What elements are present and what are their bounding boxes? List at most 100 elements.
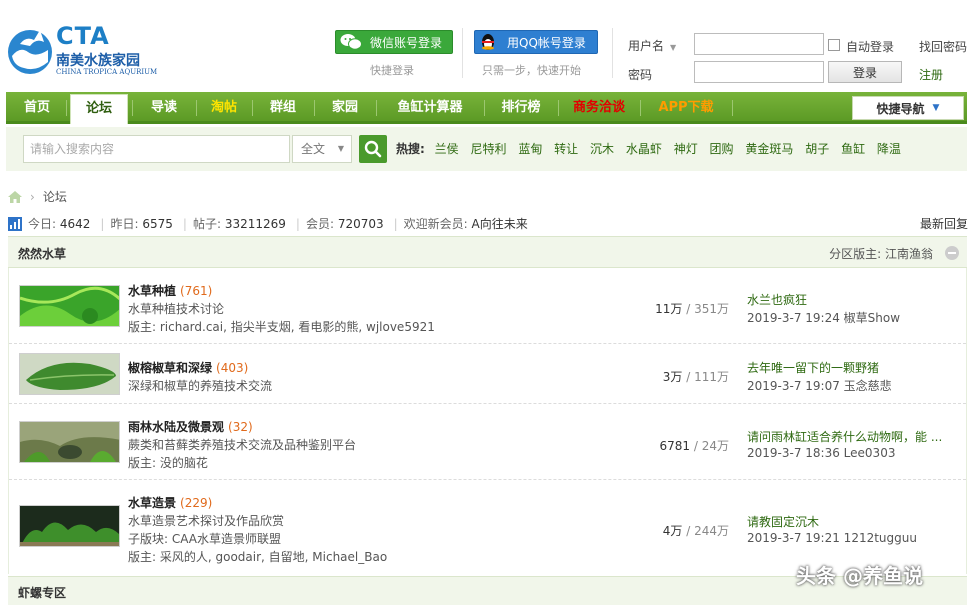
nav-divider bbox=[484, 100, 485, 116]
forum-post-count: 111万 bbox=[694, 370, 729, 384]
nav-item-groups[interactable]: 群组 bbox=[256, 92, 310, 124]
forum-subforums[interactable]: 子版块: CAA水草造景师联盟 bbox=[128, 530, 281, 547]
forum-topic-count: 11万 bbox=[655, 302, 683, 316]
hot-search-tag[interactable]: 鱼缸 bbox=[841, 142, 865, 156]
hot-search-tag[interactable]: 胡子 bbox=[805, 142, 829, 156]
nav-item-home-space[interactable]: 家园 bbox=[318, 92, 372, 124]
forum-title[interactable]: 椒榕椒草和深绿 (403) bbox=[128, 359, 248, 376]
hot-search-tag[interactable]: 沉木 bbox=[590, 142, 614, 156]
password-input[interactable] bbox=[694, 61, 824, 83]
forum-list: 水草种植 (761) 水草种植技术讨论 版主: richard.cai, 指尖半支… bbox=[8, 268, 967, 574]
nav-divider bbox=[640, 100, 641, 116]
newest-member-link[interactable]: A向往未来 bbox=[472, 215, 528, 232]
search-input[interactable]: 请输入搜索内容 bbox=[23, 135, 290, 163]
search-button[interactable] bbox=[359, 135, 387, 163]
forum-description: 水草种植技术讨论 bbox=[128, 302, 225, 316]
search-icon bbox=[364, 140, 382, 158]
hot-search-tag[interactable]: 转让 bbox=[554, 142, 578, 156]
search-scope-select[interactable]: 全文 ▼ bbox=[292, 135, 352, 163]
forum-moderators[interactable]: 版主: 采风的人, goodair, 自留地, Michael_Bao bbox=[128, 548, 387, 565]
stat-divider: | bbox=[182, 216, 187, 231]
forum-thumbnail[interactable] bbox=[19, 353, 120, 395]
last-post-title[interactable]: 水兰也疯狂 bbox=[747, 291, 807, 308]
quick-nav-dropdown[interactable]: 快捷导航 ▼ bbox=[852, 96, 964, 120]
stat-welcome-label: 欢迎新会员: bbox=[403, 217, 468, 231]
forum-counts: 4万 / 244万 bbox=[662, 524, 729, 538]
last-post-meta[interactable]: 2019-3-7 19:21 1212tugguu bbox=[747, 531, 917, 545]
qq-login-label: 用QQ帐号登录 bbox=[507, 35, 586, 50]
breadcrumb-current[interactable]: 论坛 bbox=[43, 188, 67, 205]
wechat-login-button[interactable]: 微信账号登录 bbox=[335, 30, 453, 54]
find-password-link[interactable]: 找回密码 bbox=[919, 38, 967, 55]
hot-search-tag[interactable]: 团购 bbox=[710, 142, 734, 156]
auto-login-label[interactable]: 自动登录 bbox=[846, 38, 894, 55]
qq-penguin-icon bbox=[482, 34, 494, 50]
home-icon[interactable] bbox=[8, 190, 22, 203]
last-post-title[interactable]: 去年唯一留下的一颗野猪 bbox=[747, 359, 879, 376]
stat-yesterday-label: 昨日: bbox=[110, 217, 139, 231]
forum-thumbnail[interactable] bbox=[19, 421, 120, 463]
hot-search-tag[interactable]: 尼特利 bbox=[470, 142, 506, 156]
nav-item-home[interactable]: 首页 bbox=[12, 92, 62, 124]
stat-divider: | bbox=[295, 216, 300, 231]
forum-moderators[interactable]: 版主: richard.cai, 指尖半支烟, 看电影的熊, wjlove592… bbox=[128, 318, 435, 335]
auto-login-checkbox[interactable] bbox=[828, 39, 840, 51]
forum-new-count: (32) bbox=[228, 420, 253, 434]
logo-mark: CTA bbox=[56, 22, 110, 50]
nav-divider bbox=[314, 100, 315, 116]
forum-moderators[interactable]: 版主: 没的脑花 bbox=[128, 454, 208, 471]
forum-row: 水草种植 (761) 水草种植技术讨论 版主: richard.cai, 指尖半支… bbox=[9, 268, 966, 344]
stat-today-value: 4642 bbox=[59, 216, 91, 231]
category-title[interactable]: 然然水草 bbox=[18, 245, 66, 262]
category-title[interactable]: 虾螺专区 bbox=[18, 584, 66, 601]
nav-divider bbox=[252, 100, 253, 116]
forum-thumbnail[interactable] bbox=[19, 285, 120, 327]
username-label: 用户名 ▼ bbox=[628, 39, 677, 53]
register-link[interactable]: 注册 bbox=[919, 66, 943, 83]
breadcrumb-separator: › bbox=[30, 189, 35, 204]
hot-search-tag[interactable]: 水晶虾 bbox=[626, 142, 662, 156]
breadcrumb: › 论坛 bbox=[8, 188, 67, 205]
forum-row: 椒榕椒草和深绿 (403) 深绿和椒草的养殖技术交流 3万 / 111万 去年唯一… bbox=[9, 344, 966, 404]
nav-item-business[interactable]: 商务洽谈 bbox=[562, 92, 636, 124]
forum-title[interactable]: 水草造景 (229) bbox=[128, 494, 212, 511]
wechat-login-sub[interactable]: 快捷登录 bbox=[370, 62, 414, 78]
hot-search-tag[interactable]: 蓝甸 bbox=[518, 142, 542, 156]
stat-posts-label: 帖子: bbox=[192, 217, 221, 231]
category-moderator[interactable]: 分区版主: 江南渔翁 bbox=[829, 245, 933, 262]
nav-item-tank-calculator[interactable]: 鱼缸计算器 bbox=[380, 92, 480, 124]
last-post-title[interactable]: 请教固定沉木 bbox=[747, 513, 819, 530]
nav-divider bbox=[376, 100, 377, 116]
nav-item-rankings[interactable]: 排行榜 bbox=[488, 92, 554, 124]
nav-divider bbox=[732, 100, 733, 116]
hot-search-tag[interactable]: 兰侯 bbox=[435, 142, 459, 156]
category-header: 然然水草 分区版主: 江南渔翁 bbox=[8, 236, 967, 268]
site-logo[interactable]: CTA 南美水族家园 CHINA TROPICA AQURIUM bbox=[6, 18, 166, 80]
hot-search-tag[interactable]: 降温 bbox=[877, 142, 901, 156]
watermark: 头条 @养鱼说 bbox=[796, 564, 923, 588]
nav-item-forum[interactable]: 论坛 bbox=[70, 94, 128, 124]
latest-reply-link[interactable]: 最新回复 bbox=[920, 215, 968, 232]
nav-item-app-download[interactable]: APP下载 bbox=[644, 92, 728, 124]
collapse-icon[interactable] bbox=[945, 246, 959, 260]
hot-search-tag[interactable]: 神灯 bbox=[674, 142, 698, 156]
last-post-meta[interactable]: 2019-3-7 19:07 玉念慈悲 bbox=[747, 377, 892, 394]
username-input[interactable] bbox=[694, 33, 824, 55]
last-post-meta[interactable]: 2019-3-7 18:36 Lee0303 bbox=[747, 446, 895, 460]
divider bbox=[462, 28, 463, 78]
nav-item-taotie[interactable]: 淘帖 bbox=[200, 92, 248, 124]
nav-item-guide[interactable]: 导读 bbox=[136, 92, 192, 124]
forum-new-count: (403) bbox=[216, 361, 249, 375]
nav-divider bbox=[196, 100, 197, 116]
last-post-meta[interactable]: 2019-3-7 19:24 椒草Show bbox=[747, 309, 900, 326]
qq-login-button[interactable]: 用QQ帐号登录 bbox=[474, 30, 598, 54]
forum-title[interactable]: 水草种植 (761) bbox=[128, 282, 212, 299]
stat-members-value: 720703 bbox=[337, 216, 384, 231]
aquascape-image bbox=[20, 506, 119, 546]
last-post-title[interactable]: 请问雨林缸适合养什么动物啊，能 ... bbox=[747, 428, 942, 445]
login-button[interactable]: 登录 bbox=[828, 61, 902, 83]
forum-title[interactable]: 雨林水陆及微景观 (32) bbox=[128, 418, 253, 435]
forum-counts: 11万 / 351万 bbox=[655, 302, 729, 316]
forum-thumbnail[interactable] bbox=[19, 505, 120, 547]
hot-search-tag[interactable]: 黄金斑马 bbox=[745, 142, 793, 156]
